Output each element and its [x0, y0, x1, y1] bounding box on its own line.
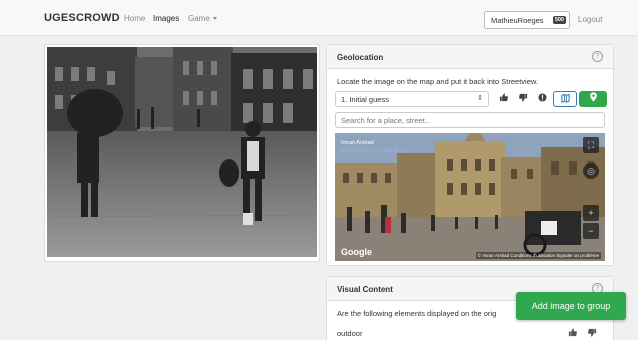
map-marker-icon	[589, 92, 597, 102]
geolocation-description: Locate the image on the map and put it b…	[337, 77, 538, 86]
place-marker-button[interactable]	[579, 91, 607, 107]
thumbs-down-icon[interactable]	[588, 328, 597, 339]
geolocation-title: Geolocation	[337, 53, 384, 62]
main-photo	[47, 47, 317, 257]
place-search-input[interactable]	[335, 112, 605, 128]
alert-icon[interactable]	[534, 91, 550, 107]
nav-game-label: Game	[188, 14, 210, 23]
guess-select-value: 1. Initial guess	[341, 95, 389, 104]
select-arrows-icon: ⇕	[477, 95, 483, 102]
flag-button[interactable]	[553, 91, 577, 107]
image-panel	[44, 44, 320, 262]
nav-images[interactable]: Images	[153, 14, 179, 23]
thumbs-up-icon[interactable]	[495, 91, 511, 107]
streetview-info: Imran Arshad Afficher dans Google Maps	[341, 139, 407, 155]
visual-content-title: Visual Content	[337, 285, 393, 294]
caret-down-icon	[212, 17, 217, 21]
navbar: UGESCROWD Home Images Game MathieuRoeges…	[0, 0, 638, 36]
fullscreen-icon[interactable]: ⛶	[583, 137, 599, 153]
content-item-votes	[568, 328, 597, 339]
thumbs-down-icon[interactable]	[515, 91, 531, 107]
nav-home[interactable]: Home	[124, 14, 145, 23]
streetview-credits: © Imran Arshad Conditions d'utilisation …	[475, 252, 601, 259]
zoom-out-icon[interactable]: −	[583, 223, 599, 239]
compass-icon[interactable]: ◎	[583, 163, 599, 179]
geolocation-header: Geolocation ?	[327, 45, 613, 69]
zoom-in-icon[interactable]: +	[583, 205, 599, 221]
guess-select[interactable]: 1. Initial guess ⇕	[335, 91, 489, 107]
streetview-author: Imran Arshad	[341, 140, 374, 146]
flag-icon	[560, 93, 570, 103]
logout-link[interactable]: Logout	[578, 15, 602, 24]
username: MathieuRoeges	[491, 16, 544, 25]
streetview-maps-link[interactable]: Afficher dans Google Maps	[341, 147, 407, 155]
geolocation-panel: Geolocation ? Locate the image on the ma…	[326, 44, 614, 266]
user-menu-button[interactable]: MathieuRoeges 500	[484, 11, 570, 29]
streetview-viewer[interactable]: Imran Arshad Afficher dans Google Maps ⛶…	[335, 133, 605, 261]
user-points-badge: 500	[552, 16, 566, 24]
content-item-label: outdoor	[337, 329, 363, 338]
thumbs-up-icon[interactable]	[568, 328, 578, 339]
brand-logo[interactable]: UGESCROWD	[44, 12, 120, 24]
nav-game[interactable]: Game	[188, 14, 217, 23]
visual-content-question: Are the following elements displayed on …	[337, 309, 497, 318]
help-icon[interactable]: ?	[592, 51, 603, 62]
google-logo: Google	[341, 247, 372, 257]
add-image-to-group-button[interactable]: Add image to group	[516, 292, 626, 320]
